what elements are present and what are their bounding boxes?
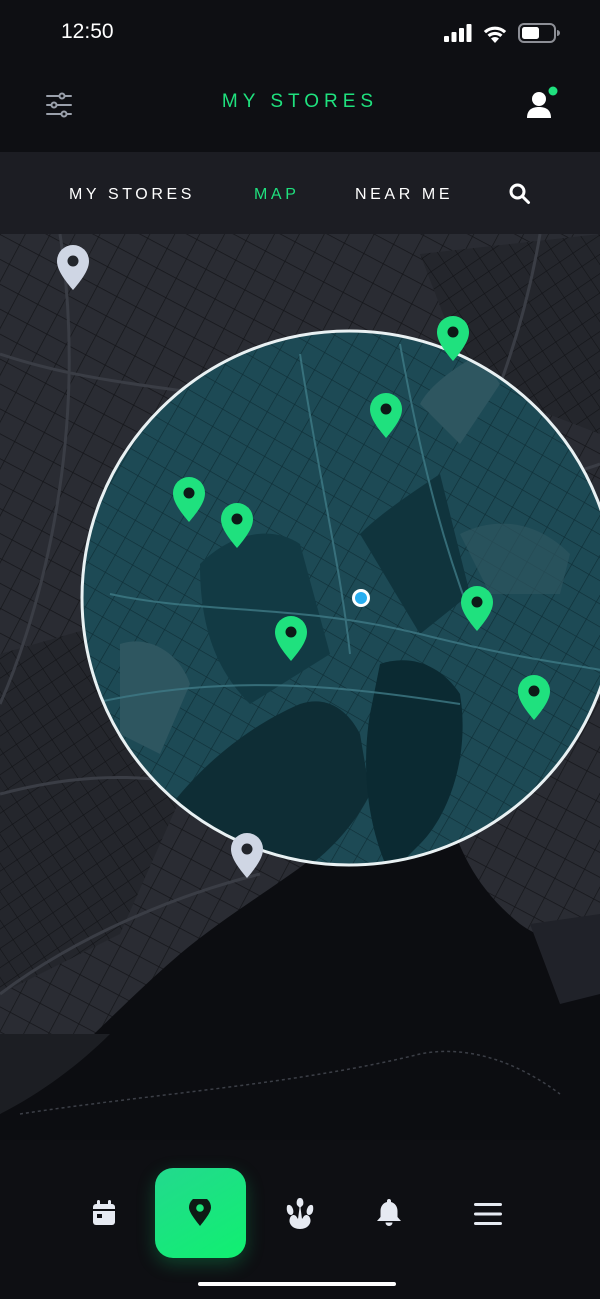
tab-my-stores[interactable]: MY STORES bbox=[69, 186, 195, 204]
menu-icon bbox=[474, 1203, 502, 1225]
status-bar: 12:50 bbox=[0, 0, 600, 66]
user-profile-icon bbox=[527, 86, 558, 118]
profile-button[interactable] bbox=[524, 86, 560, 122]
calendar-icon bbox=[93, 1200, 115, 1225]
search-icon bbox=[509, 183, 530, 204]
map-canvas[interactable] bbox=[0, 234, 600, 1140]
tab-map[interactable]: MAP bbox=[254, 186, 299, 204]
page-title: MY STORES bbox=[221, 91, 379, 112]
nav-menu[interactable] bbox=[474, 1202, 502, 1231]
map-pin-icon bbox=[189, 1199, 211, 1226]
status-time: 12:50 bbox=[61, 20, 114, 43]
nav-pets[interactable] bbox=[285, 1196, 315, 1235]
battery-icon bbox=[518, 23, 560, 43]
app-header: MY STORES bbox=[0, 66, 600, 152]
bell-icon bbox=[377, 1199, 401, 1226]
nav-calendar[interactable] bbox=[92, 1200, 116, 1231]
notification-dot bbox=[548, 86, 558, 96]
tab-bar: MY STORES MAP NEAR ME bbox=[0, 152, 600, 234]
map-view[interactable] bbox=[0, 234, 600, 1140]
nav-notifications[interactable] bbox=[376, 1198, 402, 1231]
status-icons bbox=[444, 22, 560, 44]
nav-map[interactable] bbox=[155, 1168, 246, 1258]
bottom-navigation bbox=[0, 1140, 600, 1299]
wifi-icon bbox=[483, 26, 507, 43]
cellular-signal-icon bbox=[444, 24, 472, 42]
search-button[interactable] bbox=[508, 182, 532, 206]
home-indicator bbox=[198, 1282, 396, 1286]
tab-near-me[interactable]: NEAR ME bbox=[355, 186, 453, 204]
paw-icon bbox=[286, 1198, 314, 1229]
